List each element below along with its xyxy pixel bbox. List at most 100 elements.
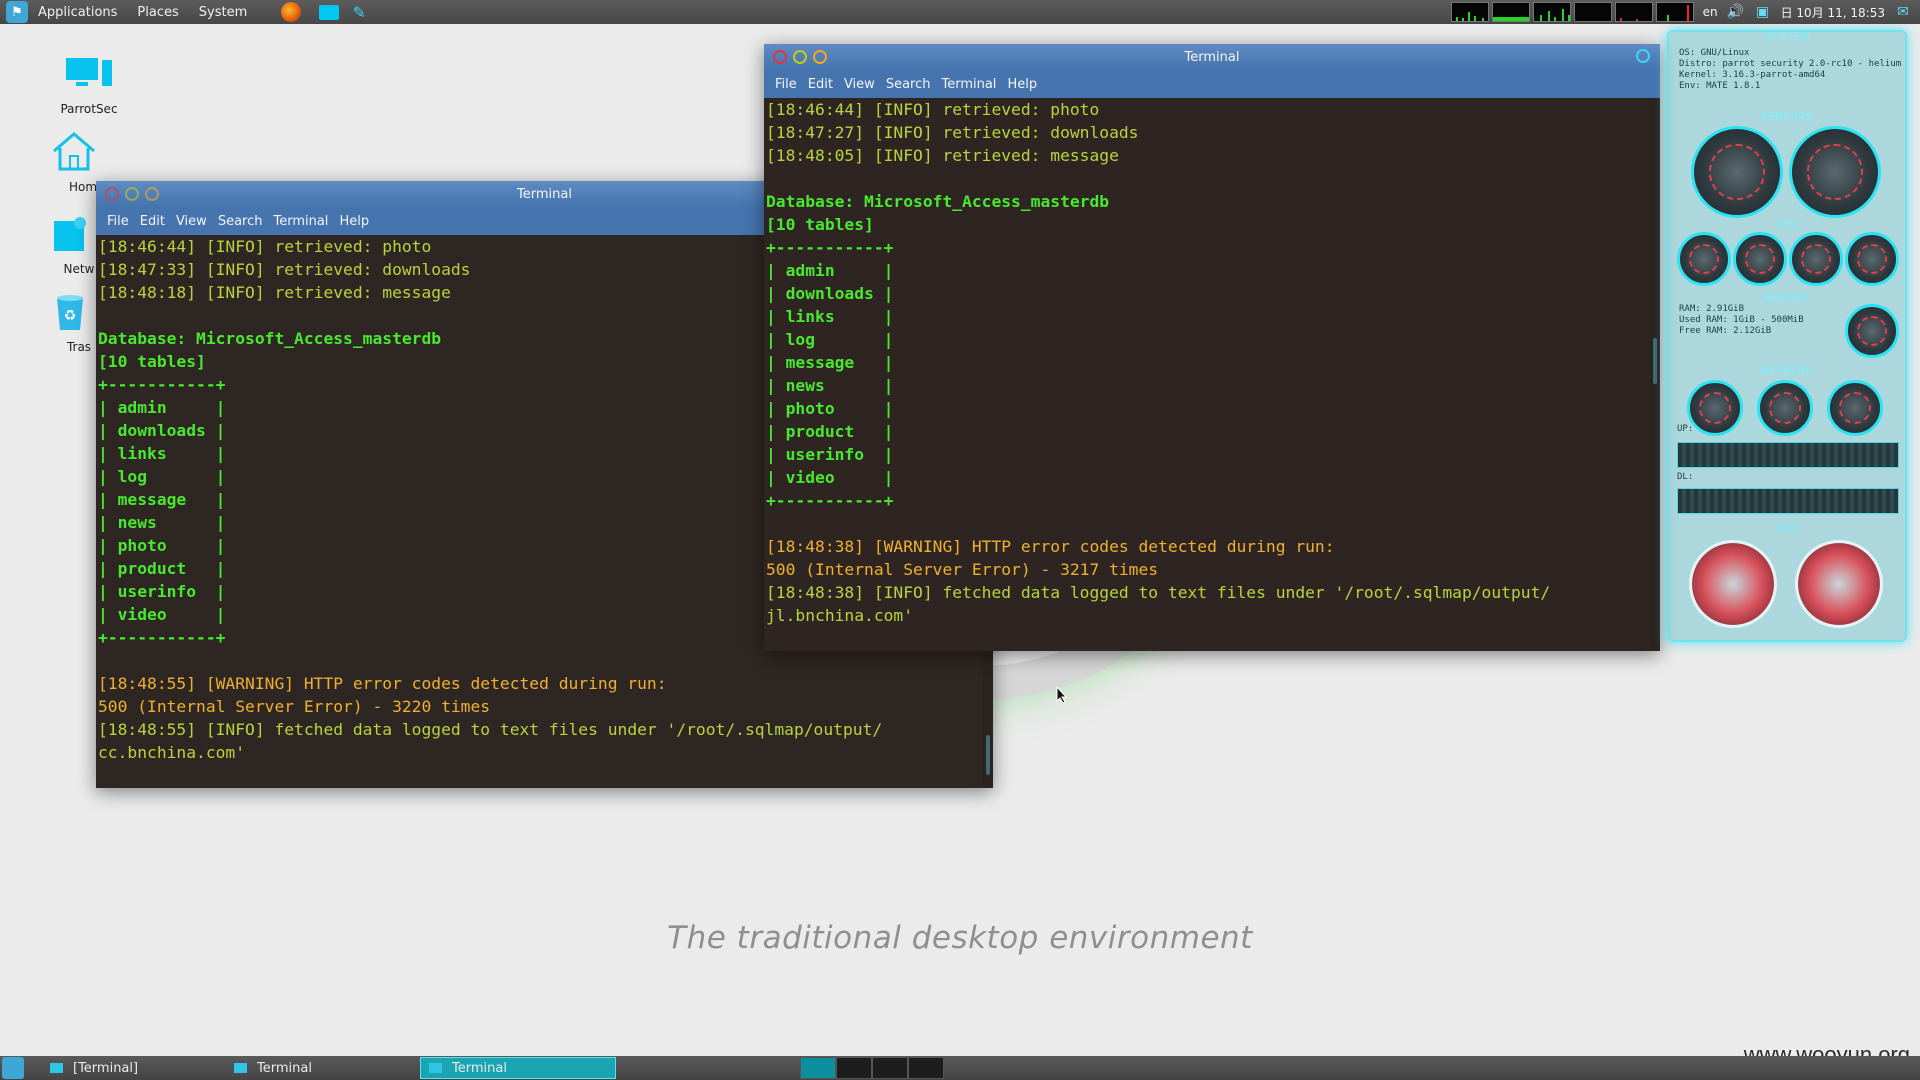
close-button[interactable]: [105, 187, 119, 201]
terminal-line: 500 (Internal Server Error) - 3217 times: [766, 560, 1159, 579]
menu-help[interactable]: Help: [339, 214, 369, 229]
cpu-monitor-graph[interactable]: [1450, 2, 1489, 22]
desktop-icon-label: Netw: [63, 262, 95, 276]
maximize-button[interactable]: [813, 50, 827, 64]
mail-icon[interactable]: ✉: [1894, 3, 1912, 21]
menu-help[interactable]: Help: [1007, 77, 1037, 92]
terminal-launcher[interactable]: [319, 3, 340, 21]
memory-monitor-graph[interactable]: [1491, 2, 1530, 22]
menu-search[interactable]: Search: [218, 214, 263, 229]
conky-line: OS: GNU/Linux: [1679, 48, 1750, 58]
terminal-icon: [234, 1063, 247, 1073]
scrollbar-thumb[interactable]: [986, 735, 990, 775]
taskbar-item-terminal-active[interactable]: Terminal: [420, 1057, 616, 1079]
swap-monitor-graph[interactable]: [1573, 2, 1612, 22]
network-down-label: DL:: [1677, 472, 1694, 482]
menu-file[interactable]: File: [775, 77, 797, 92]
network-up-label: UP:: [1677, 424, 1694, 434]
desktop-icon-parrotsec[interactable]: ParrotSec: [44, 52, 134, 116]
menu-view[interactable]: View: [844, 77, 875, 92]
conky-section-cpu: CPU: [1775, 218, 1799, 231]
load-monitor-graph[interactable]: [1614, 2, 1653, 22]
menu-terminal[interactable]: Terminal: [941, 77, 996, 92]
terminal-line: +-----------+: [766, 491, 894, 510]
terminal-line: | downloads |: [766, 284, 894, 303]
terminal-line: | admin |: [766, 261, 894, 280]
minimize-button[interactable]: [125, 187, 139, 201]
menu-system[interactable]: System: [199, 5, 247, 20]
terminal-line: 500 (Internal Server Error) - 3220 times: [98, 697, 491, 716]
wallpaper-tagline: The traditional desktop environment: [667, 920, 1253, 956]
conky-section-system: SYSTEM: [1764, 30, 1810, 43]
workspace-2[interactable]: [836, 1057, 872, 1079]
maximize-button[interactable]: [145, 187, 159, 201]
menu-terminal[interactable]: Terminal: [273, 214, 328, 229]
firefox-launcher[interactable]: [281, 2, 302, 22]
workspace-1[interactable]: [800, 1057, 836, 1079]
hdd-gauge: [1795, 540, 1883, 628]
memory-gauge: [1845, 304, 1899, 358]
taskbar-item-terminal[interactable]: [Terminal]: [42, 1057, 222, 1079]
clock[interactable]: 日 10月 11, 18:53: [1781, 4, 1885, 21]
terminal-icon: [50, 1063, 63, 1073]
workspace-switcher[interactable]: [800, 1057, 944, 1079]
menu-file[interactable]: File: [107, 214, 129, 229]
conky-line: Used RAM: 1GiB - 500MiB: [1679, 315, 1804, 325]
sensor-gauge: [1789, 126, 1881, 218]
text-editor-icon: ✎: [352, 2, 366, 22]
workspace-4[interactable]: [908, 1057, 944, 1079]
cpu-gauge: [1677, 232, 1731, 286]
menu-search[interactable]: Search: [886, 77, 931, 92]
mouse-cursor-icon: [1056, 685, 1068, 708]
roll-up-button[interactable]: [1636, 49, 1650, 63]
terminal-output[interactable]: [18:46:44] [INFO] retrieved: photo [18:47…: [764, 98, 1650, 651]
menu-edit[interactable]: Edit: [140, 214, 165, 229]
system-tray: en 🔊 ▣ 日 10月 11, 18:53 ✉: [1450, 0, 1920, 24]
menu-view[interactable]: View: [176, 214, 207, 229]
minimize-button[interactable]: [793, 50, 807, 64]
terminal-window-front[interactable]: Terminal File Edit View Search Terminal …: [764, 44, 1660, 651]
keyboard-layout-indicator[interactable]: en: [1703, 5, 1718, 19]
terminal-line: | news |: [766, 376, 894, 395]
bottom-panel: [Terminal] Terminal Terminal: [0, 1056, 1920, 1080]
desktop-icon-home[interactable]: Hom: [44, 130, 104, 194]
menu-applications[interactable]: Applications: [38, 5, 117, 20]
terminal-scrollbar[interactable]: [1650, 98, 1660, 651]
trash-icon: ♻: [46, 290, 94, 334]
taskbar-item-label: Terminal: [452, 1060, 507, 1076]
menu-edit[interactable]: Edit: [808, 77, 833, 92]
text-editor-launcher[interactable]: ✎: [349, 2, 369, 22]
volume-icon[interactable]: 🔊: [1727, 3, 1745, 21]
terminal-icon: [319, 4, 340, 20]
desktop-icon-trash[interactable]: ♻ Tras: [44, 290, 96, 354]
network-icon[interactable]: ▣: [1754, 3, 1772, 21]
desktop-icon-network[interactable]: Netw: [44, 212, 96, 276]
desktop-icon-label: ParrotSec: [60, 102, 118, 116]
window-titlebar[interactable]: Terminal: [764, 44, 1660, 70]
terminal-line: [10 tables]: [766, 215, 874, 234]
terminal-line: [18:48:55] [WARNING] HTTP error codes de…: [98, 674, 667, 693]
terminal-line: [18:48:38] [INFO] fetched data logged to…: [766, 583, 1551, 602]
close-button[interactable]: [773, 50, 787, 64]
show-desktop-icon[interactable]: [2, 1057, 24, 1079]
network-monitor-graph[interactable]: [1532, 2, 1571, 22]
taskbar-item-label: Terminal: [257, 1060, 312, 1076]
home-icon: [50, 130, 98, 174]
desktop-icon-label: Tras: [66, 340, 92, 354]
terminal-line: +-----------+: [766, 238, 894, 257]
disk-monitor-graph[interactable]: [1655, 2, 1694, 22]
terminal-line: cc.bnchina.com': [98, 743, 246, 762]
svg-text:♻: ♻: [64, 308, 77, 324]
menu-places[interactable]: Places: [137, 5, 178, 20]
sensor-gauge: [1691, 126, 1783, 218]
workspace-3[interactable]: [872, 1057, 908, 1079]
scrollbar-thumb[interactable]: [1653, 338, 1657, 384]
conky-line: Env: MATE 1.8.1: [1679, 81, 1761, 91]
cpu-gauge: [1845, 232, 1899, 286]
taskbar-item-terminal[interactable]: Terminal: [226, 1057, 416, 1079]
network-gauge: [1757, 380, 1813, 436]
parrot-logo-icon[interactable]: ⚑: [6, 1, 28, 23]
